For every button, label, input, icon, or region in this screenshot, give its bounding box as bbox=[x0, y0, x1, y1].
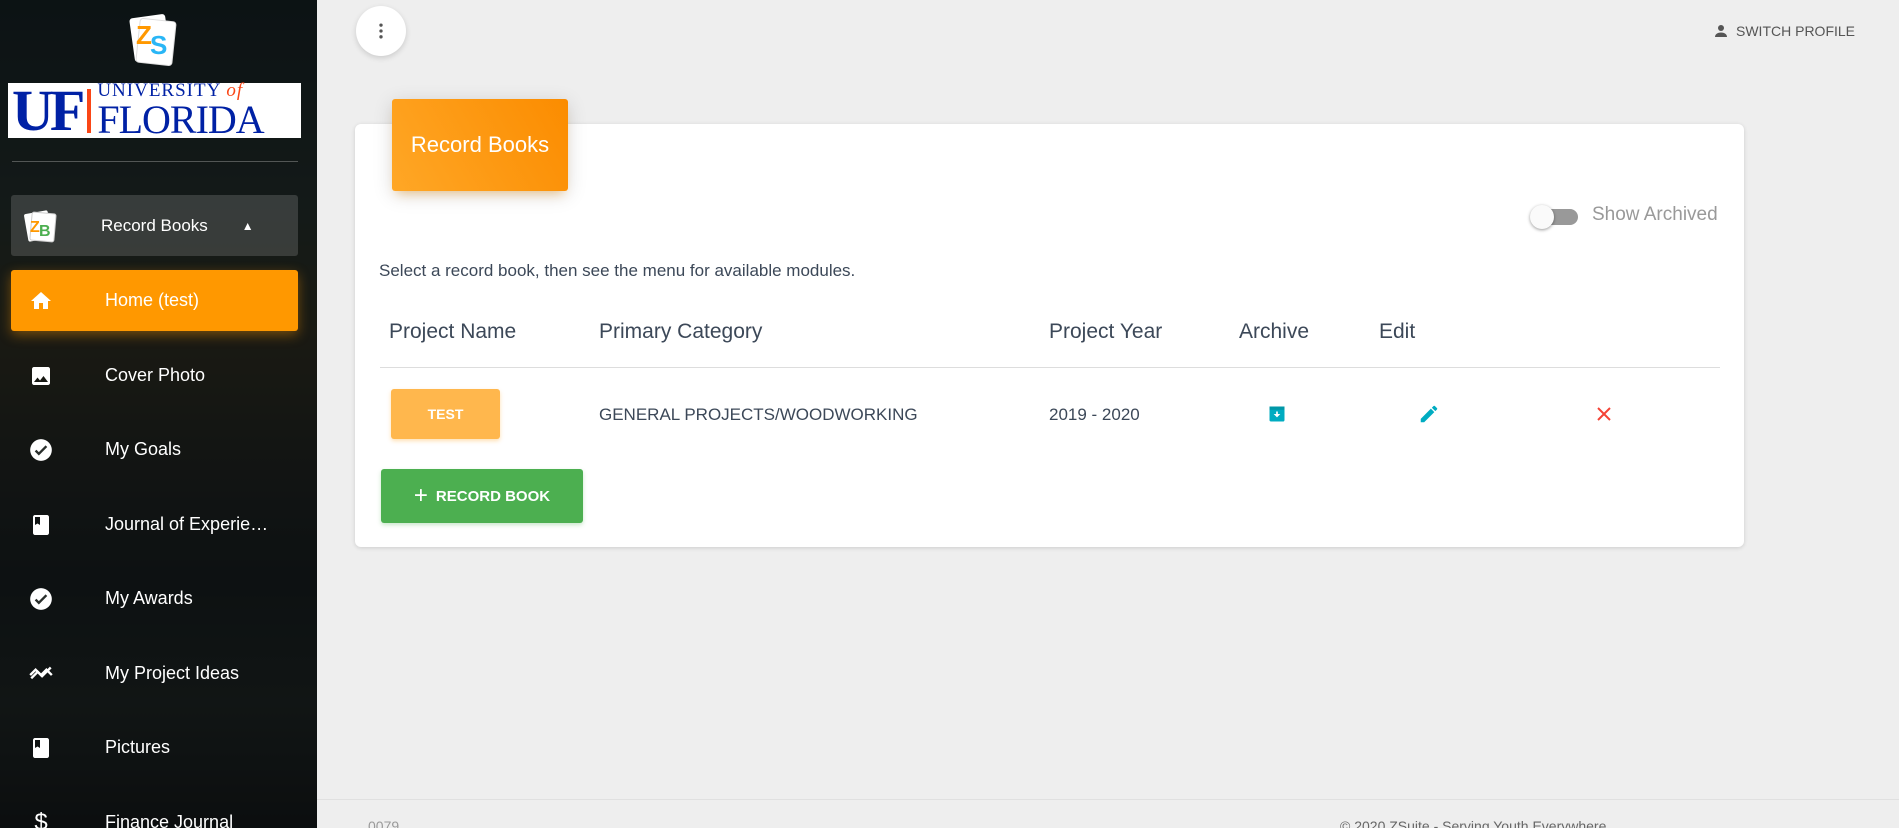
image-icon bbox=[28, 363, 54, 389]
check-circle-icon bbox=[28, 586, 54, 612]
sidebar: Z S UF UNIVERSITY of FLORIDA Z B Record … bbox=[0, 0, 317, 828]
university-of-florida-logo[interactable]: UF UNIVERSITY of FLORIDA bbox=[8, 77, 301, 143]
switch-profile-label: SWITCH PROFILE bbox=[1736, 23, 1856, 39]
sidebar-item-my-project-ideas[interactable]: My Project Ideas bbox=[11, 643, 298, 704]
plus-icon: + bbox=[413, 482, 428, 509]
book-icon bbox=[28, 512, 54, 538]
column-header-primary-category: Primary Category bbox=[599, 320, 763, 343]
sidebar-item-label: Cover Photo bbox=[105, 365, 206, 385]
sidebar-item-my-awards[interactable]: My Awards bbox=[11, 568, 298, 629]
show-archived-label: Show Archived bbox=[1592, 204, 1718, 225]
footer-divider bbox=[317, 799, 1899, 800]
sidebar-item-label: My Project Ideas bbox=[105, 663, 240, 683]
sidebar-item-label: Journal of Experien... bbox=[105, 514, 275, 534]
footer-copyright: © 2020 ZSuite - Serving Youth Everywhere bbox=[1340, 818, 1607, 828]
book-icon bbox=[28, 735, 54, 761]
uf-logo-mark: UF bbox=[12, 77, 85, 143]
footer-version: 0079 bbox=[368, 818, 400, 828]
switch-profile-button[interactable]: SWITCH PROFILE bbox=[1712, 20, 1855, 42]
home-icon bbox=[28, 288, 54, 314]
record-books-icon: Z B bbox=[24, 209, 57, 242]
person-icon bbox=[1715, 25, 1727, 37]
sidebar-item-label: My Awards bbox=[105, 588, 193, 608]
add-record-book-label: RECORD BOOK bbox=[435, 487, 551, 505]
column-header-project-year: Project Year bbox=[1049, 320, 1163, 343]
record-books-section-toggle[interactable]: Z B Record Books ▲ bbox=[11, 195, 298, 256]
show-archived-toggle[interactable] bbox=[1530, 203, 1580, 229]
svg-text:S: S bbox=[150, 30, 167, 60]
zsuite-logo[interactable]: Z S bbox=[126, 10, 180, 70]
sidebar-item-finance-journal[interactable]: $ Finance Journal bbox=[11, 792, 298, 828]
sidebar-item-pictures[interactable]: Pictures bbox=[11, 717, 298, 778]
sidebar-item-label: Home (test) bbox=[105, 290, 200, 310]
uf-logo-text: UNIVERSITY of FLORIDA bbox=[97, 81, 264, 142]
sidebar-item-journal[interactable]: Journal of Experien... bbox=[11, 494, 298, 555]
record-books-section-label: Record Books bbox=[101, 215, 208, 235]
uf-logo-florida: FLORIDA bbox=[97, 97, 264, 142]
card-title: Record Books bbox=[392, 99, 568, 191]
add-record-book-button[interactable]: + RECORD BOOK bbox=[381, 469, 583, 523]
check-circle-icon bbox=[28, 437, 54, 463]
sidebar-item-cover-photo[interactable]: Cover Photo bbox=[11, 345, 298, 406]
sidebar-item-label: My Goals bbox=[105, 439, 182, 459]
sidebar-item-home[interactable]: Home (test) bbox=[11, 270, 298, 331]
svg-text:B: B bbox=[39, 223, 51, 240]
more-menu-button[interactable] bbox=[356, 6, 406, 56]
edit-pencil-icon[interactable] bbox=[1418, 403, 1440, 425]
sidebar-divider bbox=[12, 161, 298, 162]
sidebar-item-label: Finance Journal bbox=[105, 812, 234, 828]
more-vert-icon bbox=[379, 23, 383, 39]
toggle-thumb bbox=[1530, 205, 1554, 229]
column-header-archive: Archive bbox=[1239, 320, 1310, 343]
dollar-icon: $ bbox=[34, 808, 48, 828]
instructions-text: Select a record book, then see the menu … bbox=[379, 261, 856, 280]
row-primary-category: GENERAL PROJECTS/WOODWORKING bbox=[599, 405, 918, 424]
column-header-edit: Edit bbox=[1379, 320, 1416, 343]
uf-logo-divider bbox=[87, 88, 92, 133]
column-header-project-name: Project Name bbox=[389, 320, 517, 343]
sidebar-item-my-goals[interactable]: My Goals bbox=[11, 419, 298, 480]
delete-close-icon[interactable] bbox=[1593, 403, 1615, 425]
open-record-book-button[interactable]: TEST bbox=[391, 389, 500, 439]
row-project-year: 2019 - 2020 bbox=[1049, 405, 1140, 424]
table-header-divider bbox=[380, 367, 1720, 368]
caret-up-icon: ▲ bbox=[241, 218, 254, 233]
sidebar-item-label: Pictures bbox=[105, 737, 171, 757]
trending-icon bbox=[28, 661, 54, 687]
archive-icon[interactable] bbox=[1266, 403, 1288, 425]
